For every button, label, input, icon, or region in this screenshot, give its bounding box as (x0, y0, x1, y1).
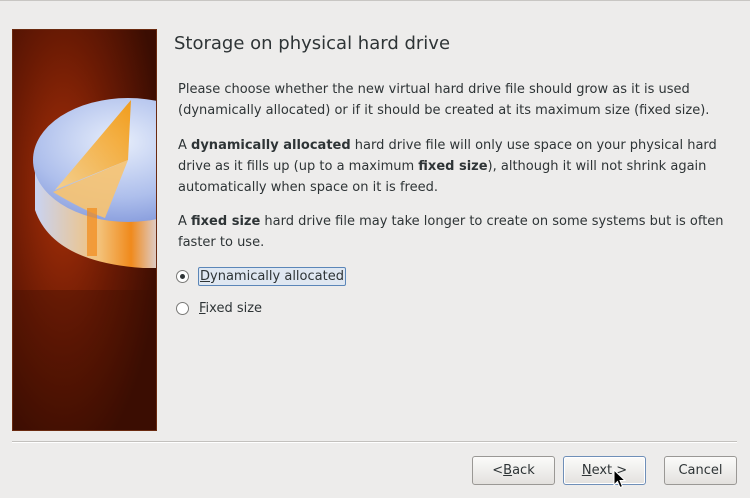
radio-dynamically-allocated[interactable]: Dynamically allocated (176, 266, 346, 286)
window-top-edge (0, 0, 750, 1)
radio-fixed-size[interactable]: Fixed size (176, 298, 263, 318)
label-text: ixed size (205, 300, 263, 316)
cancel-button[interactable]: Cancel (664, 456, 737, 485)
radio-button-unchecked-icon[interactable] (176, 301, 189, 315)
button-bar-separator (12, 441, 737, 443)
back-button[interactable]: < Back (472, 456, 555, 485)
radio-button-checked-icon[interactable] (176, 269, 189, 283)
bold-term-fixed-size: fixed size (191, 214, 261, 229)
mouse-pointer-icon (613, 469, 627, 489)
mnemonic-letter: N (581, 463, 592, 478)
hard-disk-illustration-icon (13, 30, 156, 430)
mnemonic-letter: D (200, 268, 211, 284)
wizard-watermark-image (12, 29, 157, 431)
button-label: ack (512, 463, 535, 478)
radio-label-dynamically-allocated[interactable]: Dynamically allocated (198, 266, 346, 286)
button-label: Cancel (678, 463, 723, 478)
radio-dot (180, 273, 185, 279)
description-paragraph-3: A fixed size hard drive file may take lo… (178, 211, 734, 253)
label-text: ynamically allocated (210, 268, 344, 284)
paragraph-text: A (178, 214, 192, 229)
paragraph-text: A (178, 138, 192, 153)
paragraph-text: hard drive file may take longer to creat… (178, 214, 724, 250)
description-paragraph-2: A dynamically allocated hard drive file … (178, 135, 734, 198)
description-paragraph-1: Please choose whether the new virtual ha… (178, 82, 710, 118)
button-prefix: < (492, 463, 504, 478)
next-button[interactable]: Next > (563, 456, 646, 485)
page-title: Storage on physical hard drive (174, 33, 451, 54)
bold-term-dynamically-allocated: dynamically allocated (191, 138, 351, 153)
bold-term-fixed-size: fixed size (418, 159, 488, 174)
radio-label-fixed-size[interactable]: Fixed size (198, 300, 263, 317)
mnemonic-letter: B (503, 463, 513, 478)
